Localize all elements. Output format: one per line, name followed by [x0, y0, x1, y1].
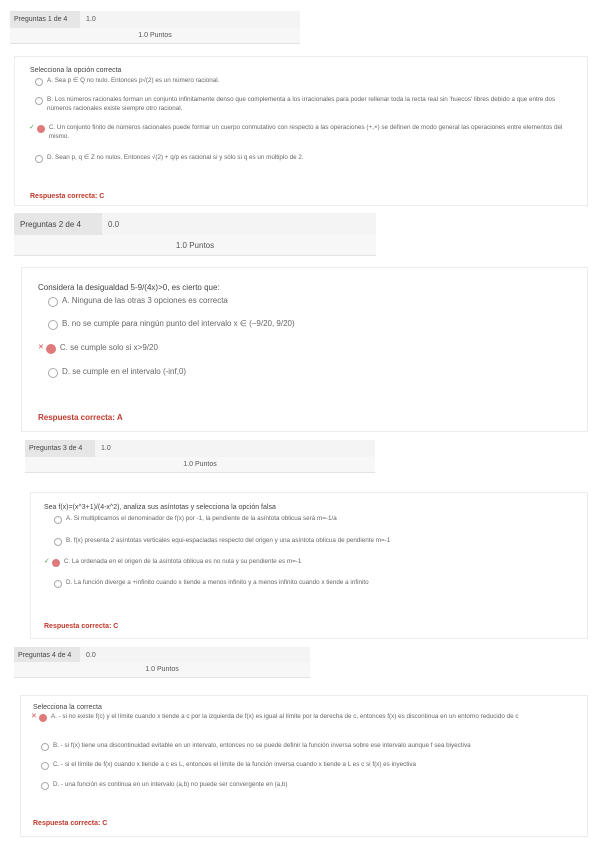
option-b[interactable]: B. - si f(x) tiene una discontinuidad ev… [41, 742, 581, 751]
option-text: A. Ninguna de las otras 3 opciones es co… [62, 296, 228, 305]
option-b[interactable]: B. no se cumple para ningún punto del in… [48, 319, 568, 330]
radio-icon[interactable] [41, 743, 49, 751]
question-number: Preguntas 4 de 4 [18, 652, 72, 659]
radio-icon[interactable] [41, 782, 49, 790]
question-header: Preguntas 3 de 4 1.0 [25, 440, 375, 457]
radio-icon[interactable] [38, 714, 47, 722]
check-icon: ✓ [29, 124, 35, 131]
check-icon: ✓ [44, 558, 50, 565]
question-number: Preguntas 3 de 4 [29, 445, 83, 452]
option-text: B. no se cumple para ningún punto del in… [62, 319, 295, 328]
correct-answer: Respuesta correcta: C [44, 623, 119, 630]
question-number: Preguntas 1 de 4 [14, 16, 68, 23]
points-label: 1.0 Puntos [14, 235, 376, 256]
option-text: C. - si el límite de f(x) cuando x tiend… [53, 761, 417, 768]
option-text: A. Sea p ∈ Q no nulo. Entonces p√(2) es … [47, 77, 220, 84]
points-label: 1.0 Puntos [14, 662, 310, 678]
radio-icon[interactable] [45, 344, 56, 354]
radio-icon[interactable] [41, 762, 49, 770]
radio-icon[interactable] [36, 125, 45, 133]
correct-answer: Respuesta correcta: A [38, 413, 123, 422]
option-text: C. La ordenada en el origen de la asínto… [63, 558, 302, 565]
option-text: D. - una función es continua en un inter… [53, 781, 288, 788]
correct-answer: Respuesta correcta: C [33, 820, 108, 827]
option-c[interactable]: ✓ C. Un conjunto finito de números racio… [29, 124, 575, 141]
option-text: B. - si f(x) tiene una discontinuidad ev… [53, 742, 471, 749]
radio-icon[interactable] [35, 155, 43, 163]
option-text: D. Sean p, q ∈ Z no nulos. Entonces √(2)… [47, 154, 304, 161]
option-a[interactable]: A. Ninguna de las otras 3 opciones es co… [48, 296, 568, 307]
option-d[interactable]: D. Sean p, q ∈ Z no nulos. Entonces √(2)… [35, 154, 575, 163]
question-prompt: Selecciona la correcta [33, 704, 102, 711]
option-text: B. f(x) presenta 2 asíntotas verticales … [66, 537, 391, 544]
points-label: 1.0 Puntos [25, 457, 375, 473]
radio-icon[interactable] [35, 97, 43, 105]
radio-icon[interactable] [54, 516, 62, 524]
question-number: Preguntas 2 de 4 [20, 219, 81, 229]
radio-icon[interactable] [48, 320, 58, 330]
option-text: C. Un conjunto finito de números raciona… [48, 124, 563, 140]
question-prompt: Sea f(x)=(x^3+1)/(4-x^2), analiza sus as… [44, 504, 276, 511]
radio-icon[interactable] [48, 297, 58, 307]
question-prompt: Considera la desigualdad 5-9/(4x)>0, es … [38, 283, 220, 292]
option-d[interactable]: D. La función diverge a +infinito cuando… [54, 579, 574, 588]
question-header: Preguntas 2 de 4 0.0 [14, 213, 376, 235]
points-label: 1.0 Puntos [10, 28, 300, 44]
option-c[interactable]: C. - si el límite de f(x) cuando x tiend… [41, 761, 581, 770]
radio-icon[interactable] [35, 78, 43, 86]
cross-icon: ✕ [31, 713, 37, 720]
radio-icon[interactable] [48, 368, 58, 378]
score-value: 1.0 [95, 440, 375, 457]
option-text: D. se cumple en el intervalo (-inf,0) [62, 367, 187, 376]
radio-icon[interactable] [54, 580, 62, 588]
option-d[interactable]: D. se cumple en el intervalo (-inf,0) [48, 367, 568, 378]
option-b[interactable]: B. f(x) presenta 2 asíntotas verticales … [54, 537, 574, 546]
question-header: Preguntas 1 de 4 1.0 [10, 11, 300, 28]
correct-answer: Respuesta correcta: C [30, 193, 105, 200]
radio-icon[interactable] [51, 559, 60, 567]
option-text: B. Los números racionales forman un conj… [47, 96, 556, 112]
radio-icon[interactable] [54, 538, 62, 546]
option-text: C. se cumple solo si x>9/20 [59, 343, 158, 352]
cross-icon: ✕ [38, 344, 44, 351]
score-value: 1.0 [80, 11, 300, 28]
option-a[interactable]: ✕ A. - si no existe f(c) y el límite cua… [31, 713, 586, 722]
option-text: A. - si no existe f(c) y el límite cuand… [50, 713, 519, 720]
option-a[interactable]: A. Sea p ∈ Q no nulo. Entonces p√(2) es … [35, 77, 575, 86]
option-d[interactable]: D. - una función es continua en un inter… [41, 781, 581, 790]
option-text: D. La función diverge a +infinito cuando… [66, 579, 369, 586]
option-c[interactable]: ✕ C. se cumple solo si x>9/20 [38, 343, 568, 354]
score-value: 0.0 [102, 213, 376, 235]
question-prompt: Selecciona la opción correcta [30, 67, 122, 74]
option-c[interactable]: ✓ C. La ordenada en el origen de la asín… [44, 558, 574, 567]
option-text: A. Si multiplicamos el denominador de f(… [66, 515, 337, 522]
option-a[interactable]: A. Si multiplicamos el denominador de f(… [54, 515, 574, 524]
option-b[interactable]: B. Los números racionales forman un conj… [35, 96, 575, 113]
